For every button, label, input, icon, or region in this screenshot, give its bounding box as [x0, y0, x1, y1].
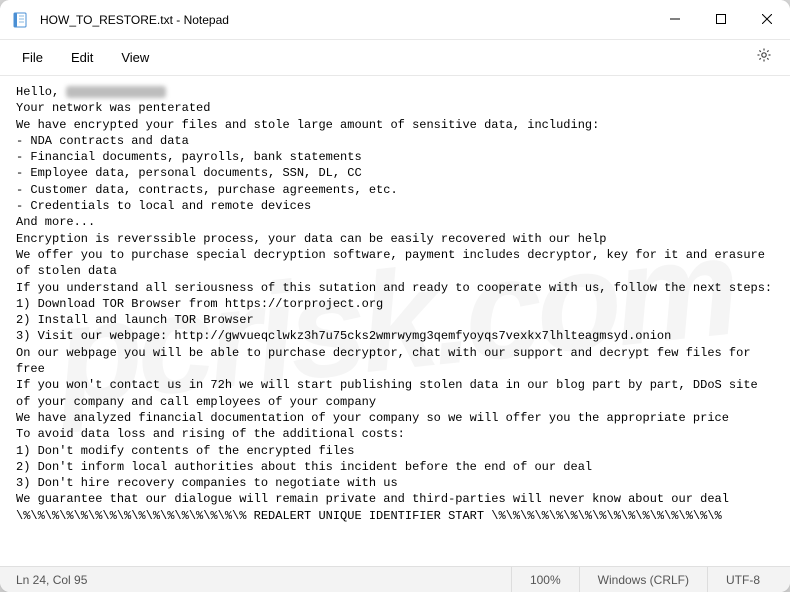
window-title: HOW_TO_RESTORE.txt - Notepad [40, 13, 652, 27]
window-controls [652, 0, 790, 39]
redacted-name [66, 86, 166, 98]
text-editor[interactable]: pcrisk.comHello, Your network was penter… [0, 76, 790, 566]
menu-file[interactable]: File [8, 44, 57, 71]
minimize-icon [670, 11, 680, 29]
menu-view[interactable]: View [107, 44, 163, 71]
encoding[interactable]: UTF-8 [707, 567, 778, 592]
minimize-button[interactable] [652, 0, 698, 39]
notepad-window: HOW_TO_RESTORE.txt - Notepad File Edit V… [0, 0, 790, 592]
zoom-level[interactable]: 100% [511, 567, 579, 592]
notepad-icon [12, 12, 28, 28]
menu-edit[interactable]: Edit [57, 44, 107, 71]
maximize-button[interactable] [698, 0, 744, 39]
statusbar: Ln 24, Col 95 100% Windows (CRLF) UTF-8 [0, 566, 790, 592]
menubar: File Edit View [0, 40, 790, 76]
maximize-icon [716, 11, 726, 29]
line-ending[interactable]: Windows (CRLF) [579, 567, 707, 592]
settings-button[interactable] [746, 41, 782, 74]
cursor-position[interactable]: Ln 24, Col 95 [16, 573, 87, 587]
gear-icon [756, 50, 772, 67]
close-icon [762, 11, 772, 29]
close-button[interactable] [744, 0, 790, 39]
titlebar[interactable]: HOW_TO_RESTORE.txt - Notepad [0, 0, 790, 40]
